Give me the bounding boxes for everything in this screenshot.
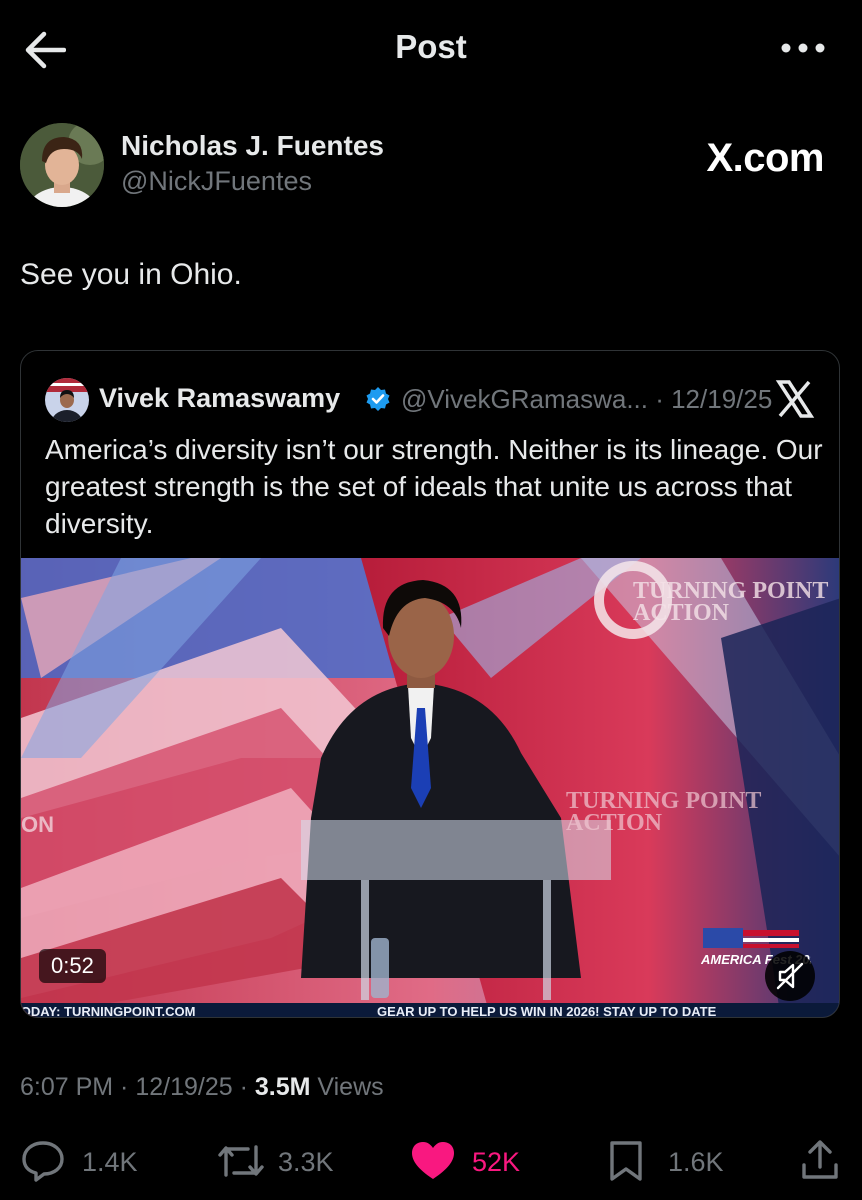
views-count: 3.5M [254, 1073, 311, 1101]
bookmark-button[interactable]: 1.6K [606, 1139, 736, 1183]
heart-icon [412, 1142, 454, 1179]
backdrop-text-mid: TURNING POINT ACTION [566, 788, 761, 836]
backdrop-text-left: ON [21, 812, 54, 837]
x-logo-icon [775, 380, 815, 418]
share-button[interactable] [800, 1139, 844, 1183]
page-title: Post [395, 28, 467, 65]
quoted-post-text: America’s diversity isn’t our strength. … [45, 434, 823, 539]
action-bar: 1.4K 3.3K 52K 1.6K [0, 1133, 862, 1188]
news-ticker: TODAY: TURNINGPOINT.COM GEAR UP TO HELP … [21, 1003, 839, 1018]
muted-speaker-icon[interactable] [765, 951, 815, 1001]
share-icon [802, 1140, 838, 1179]
top-bar: Post [0, 0, 862, 100]
bookmark-icon [610, 1141, 642, 1181]
reply-count: 1.4K [82, 1147, 138, 1177]
bookmark-count: 1.6K [668, 1147, 724, 1177]
video-duration: 0:52 [39, 949, 106, 983]
like-count: 52K [472, 1147, 521, 1177]
repost-button[interactable]: 3.3K [216, 1139, 356, 1183]
xcom-watermark: X.com [706, 136, 824, 180]
post-meta: 6:07 PM · 12/19/25 · 3.5M Views [20, 1073, 384, 1102]
author-avatar[interactable] [20, 123, 104, 207]
repost-count: 3.3K [278, 1147, 334, 1177]
post-timestamp: 6:07 PM · 12/19/25 · [20, 1073, 255, 1101]
verified-badge-icon [366, 387, 390, 411]
backdrop-text-top: TURNING POINT ACTION [633, 578, 828, 626]
repost-icon [218, 1145, 264, 1177]
views-label: Views [310, 1073, 384, 1101]
quoted-handle-date: @VivekGRamaswa... · 12/19/25 [401, 384, 773, 414]
author-handle[interactable]: @NickJFuentes [121, 166, 312, 197]
post-text: See you in Ohio. [20, 258, 242, 291]
reply-button[interactable]: 1.4K [20, 1139, 160, 1183]
ticker-left: TODAY: TURNINGPOINT.COM [21, 1004, 196, 1018]
author-name[interactable]: Nicholas J. Fuentes [121, 130, 384, 162]
ticker-right: GEAR UP TO HELP US WIN IN 2026! STAY UP … [377, 1004, 717, 1018]
quoted-post[interactable]: Vivek Ramaswamy @VivekGRamaswa... · 12/1… [20, 350, 840, 1018]
video-player[interactable]: TURNING POINT ACTION TURNING POINT ACTIO… [21, 558, 839, 1018]
more-horizontal-icon[interactable] [780, 34, 826, 62]
quoted-author-name[interactable]: Vivek Ramaswamy [99, 383, 340, 414]
reply-icon [22, 1141, 64, 1182]
like-button[interactable]: 52K [410, 1139, 540, 1183]
quoted-author-avatar[interactable] [45, 378, 89, 422]
